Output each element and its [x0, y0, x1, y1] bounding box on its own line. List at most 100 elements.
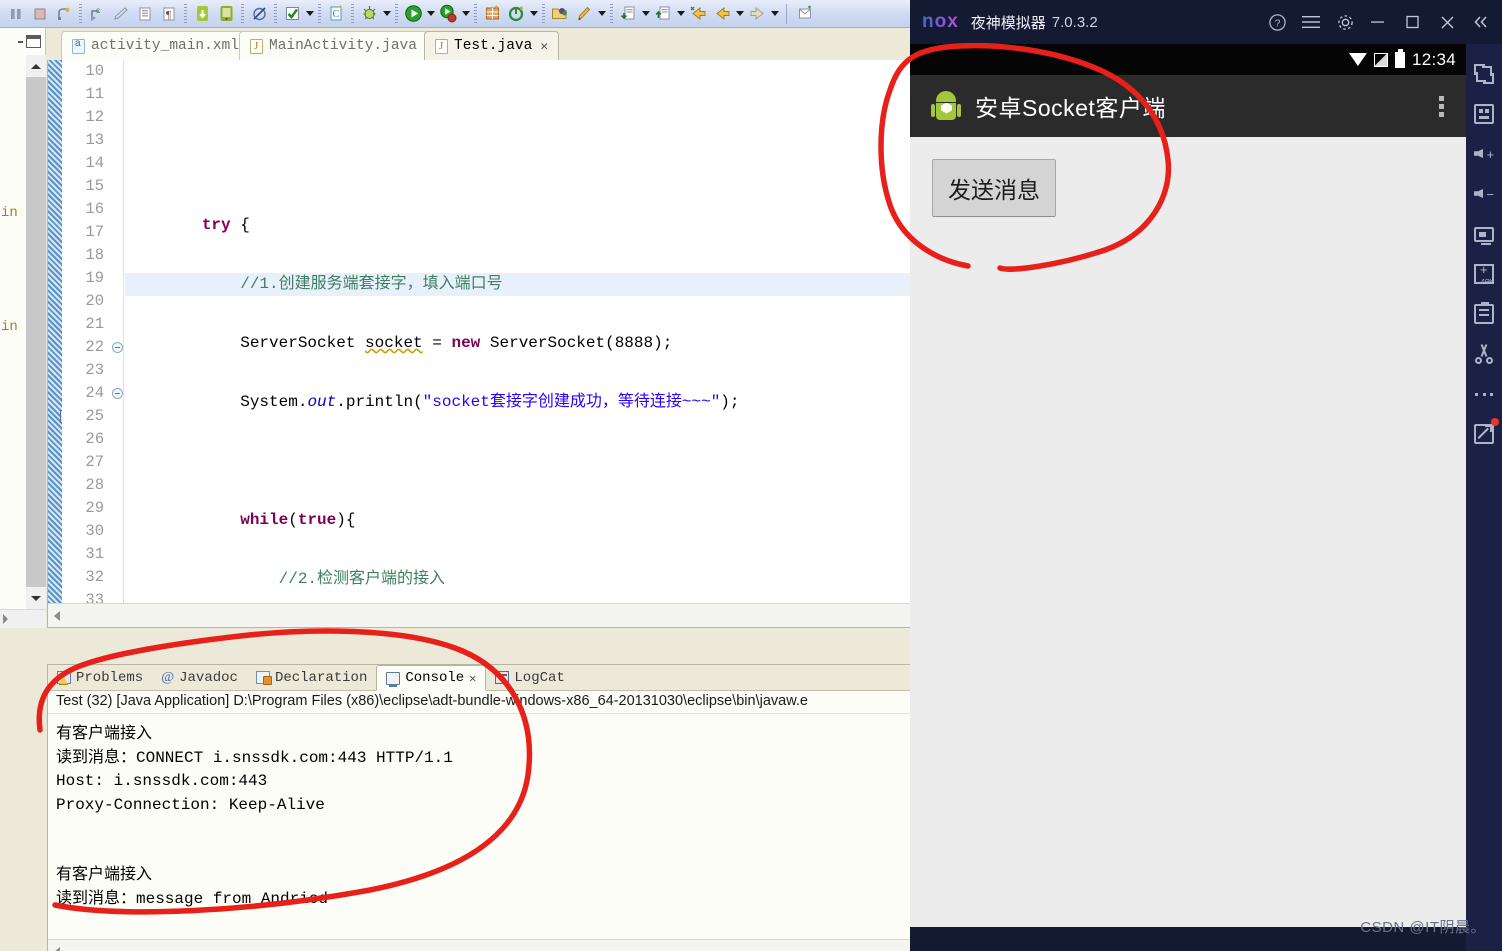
scissors-crop-icon[interactable] — [1466, 334, 1502, 374]
restore-view-icon[interactable] — [26, 35, 41, 48]
screenshot-monitor-icon[interactable] — [1466, 214, 1502, 254]
scroll-up-button[interactable] — [26, 55, 46, 77]
vertical-scrollbar-thumb[interactable] — [26, 77, 46, 587]
menu-icon[interactable] — [1294, 5, 1328, 39]
run-external-tool-icon[interactable] — [437, 3, 459, 25]
close-icon[interactable]: ✕ — [469, 671, 476, 686]
tab-console[interactable]: Console ✕ — [376, 665, 487, 691]
paint-dropdown-caret-icon[interactable] — [596, 3, 607, 25]
android-screen: 12:34 安卓Socket客户端 发送消息 — [910, 44, 1466, 927]
overflow-menu-icon[interactable] — [1430, 91, 1452, 121]
import-icon[interactable] — [652, 3, 674, 25]
run-to-line-icon[interactable]: C — [86, 3, 108, 25]
line-number: 12 — [85, 108, 104, 126]
grid-icon[interactable] — [505, 3, 527, 25]
code-text-area[interactable]: try { //1.创建服务端套接字，填入端口号 ServerSocket so… — [125, 60, 910, 603]
export-icon[interactable] — [617, 3, 639, 25]
code-line: final Socket con = socket.accept(); — [125, 627, 910, 628]
tab-logcat[interactable]: LogCat — [486, 665, 573, 690]
back-star-icon[interactable] — [687, 3, 709, 25]
close-icon[interactable] — [1430, 5, 1464, 39]
new-java-class-icon[interactable]: C — [325, 3, 347, 25]
send-message-button[interactable]: 发送消息 — [932, 159, 1056, 217]
install-apk-icon[interactable]: APK — [1466, 254, 1502, 294]
fold-collapse-icon[interactable] — [112, 388, 123, 399]
run-icon[interactable] — [402, 3, 424, 25]
fold-collapse-icon[interactable] — [112, 342, 123, 353]
folding-gutter[interactable] — [110, 60, 124, 603]
android-sdk-manager-icon[interactable] — [191, 3, 213, 25]
forward-icon[interactable] — [746, 3, 768, 25]
svg-text:C: C — [96, 9, 101, 15]
debug-dropdown-caret-icon[interactable] — [381, 3, 392, 25]
line-number: 14 — [85, 154, 104, 172]
line-number: 15 — [85, 177, 104, 195]
help-icon[interactable]: ? — [1260, 5, 1294, 39]
restore-view-bar[interactable] — [0, 28, 46, 55]
volume-up-icon[interactable]: + — [1466, 134, 1502, 174]
collapse-sidebar-icon[interactable] — [1464, 5, 1498, 39]
close-icon[interactable]: ✕ — [540, 39, 548, 54]
tab-label: LogCat — [514, 669, 565, 686]
editor-tab-label: MainActivity.java — [269, 38, 417, 54]
keyboard-icon[interactable] — [1466, 94, 1502, 134]
external-tool-dropdown-caret-icon[interactable] — [460, 3, 471, 25]
new-annotation-icon[interactable] — [794, 3, 816, 25]
toolbar-separator — [79, 3, 82, 24]
run-dropdown-caret-icon[interactable] — [425, 3, 436, 25]
tab-javadoc[interactable]: @ Javadoc — [152, 665, 247, 690]
forward-dropdown-caret-icon[interactable] — [769, 3, 780, 25]
debug-icon[interactable] — [358, 3, 380, 25]
minimize-icon[interactable] — [1362, 5, 1396, 39]
paint-brush-icon[interactable] — [573, 3, 595, 25]
step-over-icon[interactable] — [53, 3, 75, 25]
code-editor[interactable]: 10 11 12 13 14 15 16 17 18 19 20 21 22 23 24 25 26 27 28 29… — [47, 60, 911, 628]
paragraph-icon[interactable]: ¶ — [158, 3, 180, 25]
line-number: 23 — [85, 361, 104, 379]
annotation-ruler — [48, 60, 62, 603]
android-status-bar: 12:34 — [910, 44, 1466, 75]
maximize-icon[interactable] — [1396, 5, 1430, 39]
open-folder-icon[interactable] — [549, 3, 571, 25]
volume-down-icon[interactable]: − — [1466, 174, 1502, 214]
nox-title-bar[interactable]: nox 夜神模拟器 7.0.3.2 ? — [910, 0, 1502, 44]
pencil-icon[interactable] — [110, 3, 132, 25]
line-number: 11 — [85, 85, 104, 103]
grid-dropdown-caret-icon[interactable] — [528, 3, 539, 25]
more-options-icon[interactable] — [1466, 374, 1502, 414]
scroll-left-icon[interactable] — [54, 610, 60, 621]
tab-label: Problems — [76, 669, 144, 686]
code-line: //2.检测客户端的接入 — [278, 570, 446, 588]
editor-tab-test-java[interactable]: Test.java ✕ — [424, 31, 560, 60]
line-number: 26 — [85, 430, 104, 448]
console-output-text[interactable]: 有客户端接入 读到消息：CONNECT i.snssdk.com:443 HTT… — [48, 717, 910, 937]
left-minimized-strip: in in — [0, 28, 46, 628]
outline-icon[interactable] — [134, 3, 156, 25]
back-icon[interactable] — [711, 3, 733, 25]
scroll-left-icon[interactable] — [54, 946, 60, 951]
editor-tab-mainactivity-java[interactable]: MainActivity.java — [239, 31, 428, 60]
new-table-icon[interactable] — [481, 3, 503, 25]
export-dropdown-caret-icon[interactable] — [640, 3, 651, 25]
no-link-icon[interactable] — [248, 3, 270, 25]
editor-horizontal-scrollbar[interactable] — [48, 603, 910, 627]
android-avd-manager-icon[interactable] — [215, 3, 237, 25]
back-dropdown-caret-icon[interactable] — [734, 3, 745, 25]
tab-label: Console — [405, 670, 465, 686]
settings-gear-icon[interactable] — [1328, 5, 1362, 39]
validate-dropdown-caret-icon[interactable] — [304, 3, 315, 25]
horizontal-scrollbar[interactable] — [0, 609, 46, 628]
scroll-down-button[interactable] — [26, 587, 46, 609]
validate-icon[interactable] — [281, 3, 303, 25]
share-icon[interactable] — [1466, 414, 1502, 454]
fullscreen-icon[interactable] — [1466, 54, 1502, 94]
pause-icon[interactable] — [5, 3, 27, 25]
tab-declaration[interactable]: Declaration — [247, 665, 376, 690]
tab-problems[interactable]: Problems — [48, 665, 152, 690]
line-number: 27 — [85, 453, 104, 471]
editor-tab-activity-main-xml[interactable]: activity_main.xml — [61, 31, 250, 60]
console-horizontal-scrollbar[interactable] — [48, 939, 910, 951]
shake-box-icon[interactable] — [1466, 294, 1502, 334]
stop-icon[interactable] — [29, 3, 51, 25]
import-dropdown-caret-icon[interactable] — [675, 3, 686, 25]
